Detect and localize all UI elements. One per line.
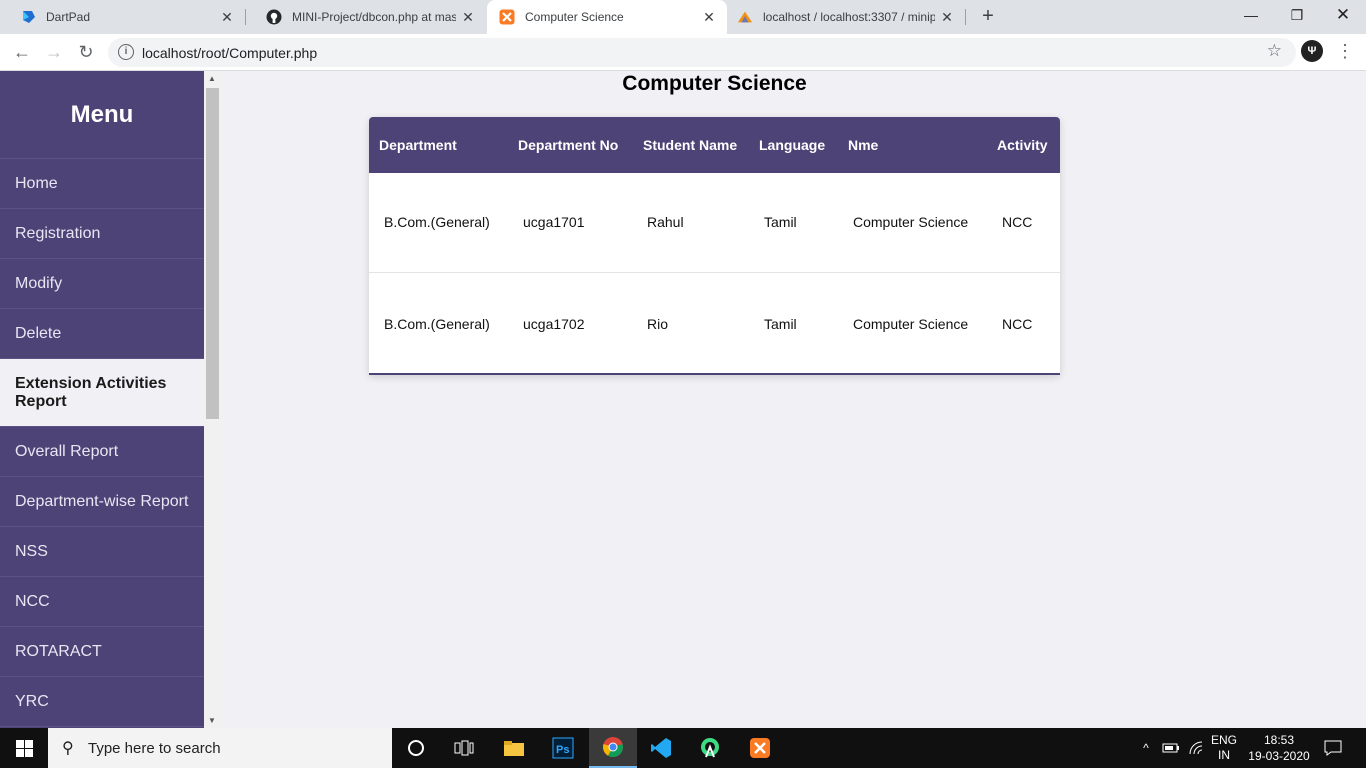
- chrome-icon[interactable]: [589, 728, 637, 768]
- minimize-button[interactable]: —: [1228, 0, 1274, 34]
- table-cell: Tamil: [764, 214, 797, 230]
- start-button[interactable]: [0, 728, 48, 768]
- table-cell: B.Com.(General): [384, 316, 490, 332]
- file-explorer-icon[interactable]: [490, 728, 538, 768]
- table-cell: NCC: [1002, 316, 1033, 332]
- notification-icon[interactable]: [1318, 728, 1348, 768]
- scroll-down-icon[interactable]: ▼: [208, 716, 216, 725]
- xampp-taskbar-icon[interactable]: [736, 728, 784, 768]
- page-title: Computer Science: [622, 72, 807, 95]
- sidebar-item-nss[interactable]: NSS: [0, 527, 204, 577]
- search-placeholder: Type here to search: [88, 740, 221, 757]
- battery-icon[interactable]: [1160, 728, 1182, 768]
- language-code: ENG: [1210, 733, 1237, 747]
- clock[interactable]: 18:53 19-03-2020: [1244, 728, 1314, 768]
- column-header-department: Department: [379, 137, 457, 153]
- table-cell: Computer Science: [853, 316, 969, 332]
- profile-avatar[interactable]: Ψ: [1301, 40, 1323, 62]
- column-header-student-name: Student Name: [643, 137, 738, 153]
- photoshop-icon[interactable]: Ps: [539, 728, 587, 768]
- xampp-icon: [499, 9, 515, 25]
- table-cell: B.Com.(General): [384, 214, 490, 230]
- browser-toolbar: ← → ↻ i localhost/root/Computer.php ☆: [0, 34, 1366, 71]
- column-header-language: Language: [759, 137, 826, 153]
- url-text: localhost/root/Computer.php: [142, 45, 318, 61]
- vscode-icon[interactable]: [637, 728, 685, 768]
- android-studio-icon[interactable]: [686, 728, 734, 768]
- svg-text:Ps: Ps: [556, 744, 569, 756]
- report-table: Department Department No Student Name La…: [369, 117, 1060, 375]
- tab-dartpad[interactable]: DartPad ✕: [0, 0, 245, 34]
- wifi-icon[interactable]: [1186, 728, 1208, 768]
- tab-title: Computer Science: [525, 10, 624, 24]
- close-icon[interactable]: ✕: [935, 9, 959, 26]
- taskbar-search-box[interactable]: ⚲ Type here to search: [48, 728, 392, 768]
- tab-divider: [965, 9, 966, 25]
- phpmyadmin-icon: [737, 9, 753, 25]
- table-row: B.Com.(General) ucga1702 Rio Tamil Compu…: [369, 273, 1060, 373]
- search-icon: ⚲: [62, 740, 74, 757]
- table-cell: Tamil: [764, 316, 797, 332]
- scrollbar-thumb[interactable]: [206, 88, 219, 419]
- restore-button[interactable]: ❐: [1274, 0, 1320, 34]
- scroll-up-icon[interactable]: ▲: [208, 74, 216, 83]
- table-cell: NCC: [1002, 214, 1033, 230]
- sidebar-title: Menu: [0, 71, 204, 159]
- sidebar-scrollbar[interactable]: ▲ ▼: [204, 71, 221, 728]
- clock-time: 18:53: [1263, 733, 1295, 747]
- sidebar-item-home[interactable]: Home: [0, 159, 204, 209]
- tab-github[interactable]: MINI-Project/dbcon.php at maste ✕: [246, 0, 486, 34]
- taskbar: ⚲ Type here to search Ps ^ ENG IN 18:53 …: [0, 728, 1366, 768]
- sidebar-item-overall-report[interactable]: Overall Report: [0, 427, 204, 477]
- sidebar: Menu Home Registration Modify Delete Ext…: [0, 71, 204, 728]
- menu-dots-icon[interactable]: ⋮: [1336, 40, 1354, 62]
- region-code: IN: [1218, 748, 1230, 762]
- reload-button[interactable]: ↻: [74, 40, 98, 64]
- clock-date: 19-03-2020: [1248, 749, 1310, 763]
- close-icon[interactable]: ✕: [215, 9, 239, 26]
- tab-title: DartPad: [46, 10, 91, 24]
- info-icon[interactable]: i: [118, 44, 134, 60]
- cortana-icon[interactable]: [392, 728, 440, 768]
- table-row: B.Com.(General) ucga1701 Rahul Tamil Com…: [369, 173, 1060, 273]
- sidebar-item-registration[interactable]: Registration: [0, 209, 204, 259]
- sidebar-item-delete[interactable]: Delete: [0, 309, 204, 359]
- column-header-department-no: Department No: [518, 137, 619, 153]
- column-header-activity: Activity: [997, 137, 1048, 153]
- sidebar-item-ncc[interactable]: NCC: [0, 577, 204, 627]
- table-cell: ucga1701: [523, 214, 585, 230]
- github-icon: [266, 9, 282, 25]
- table-cell: ucga1702: [523, 316, 585, 332]
- close-window-button[interactable]: ✕: [1320, 0, 1366, 34]
- windows-icon: [16, 740, 24, 748]
- sidebar-item-yrc[interactable]: YRC: [0, 677, 204, 727]
- sidebar-item-rotaract[interactable]: ROTARACT: [0, 627, 204, 677]
- forward-button[interactable]: →: [42, 40, 66, 64]
- sidebar-item-extension-activities-report[interactable]: Extension Activities Report: [0, 359, 204, 427]
- table-cell: Rio: [647, 316, 669, 332]
- tab-computer-science[interactable]: Computer Science ✕: [487, 0, 727, 34]
- tab-phpmyadmin[interactable]: localhost / localhost:3307 / minip ✕: [727, 0, 965, 34]
- sidebar-item-modify[interactable]: Modify: [0, 259, 204, 309]
- table-cell: Rahul: [647, 214, 684, 230]
- address-bar[interactable]: i localhost/root/Computer.php ☆: [108, 38, 1296, 67]
- table-cell: Computer Science: [853, 214, 969, 230]
- column-header-nme: Nme: [848, 137, 879, 153]
- back-button[interactable]: ←: [10, 40, 34, 64]
- tab-title: localhost / localhost:3307 / minip: [763, 10, 935, 24]
- close-icon[interactable]: ✕: [697, 9, 721, 26]
- table-header: Department Department No Student Name La…: [369, 117, 1060, 173]
- dartpad-icon: [20, 9, 36, 25]
- sidebar-item-department-wise-report[interactable]: Department-wise Report: [0, 477, 204, 527]
- tab-strip: DartPad ✕ MINI-Project/dbcon.php at mast…: [0, 0, 1366, 34]
- show-hidden-icons-icon[interactable]: ^: [1136, 728, 1156, 768]
- task-view-icon[interactable]: [440, 728, 488, 768]
- close-icon[interactable]: ✕: [456, 9, 480, 26]
- language-indicator[interactable]: ENG IN: [1206, 728, 1242, 768]
- tab-title: MINI-Project/dbcon.php at maste: [292, 10, 456, 24]
- star-icon[interactable]: ☆: [1267, 41, 1282, 61]
- new-tab-button[interactable]: +: [976, 4, 1000, 28]
